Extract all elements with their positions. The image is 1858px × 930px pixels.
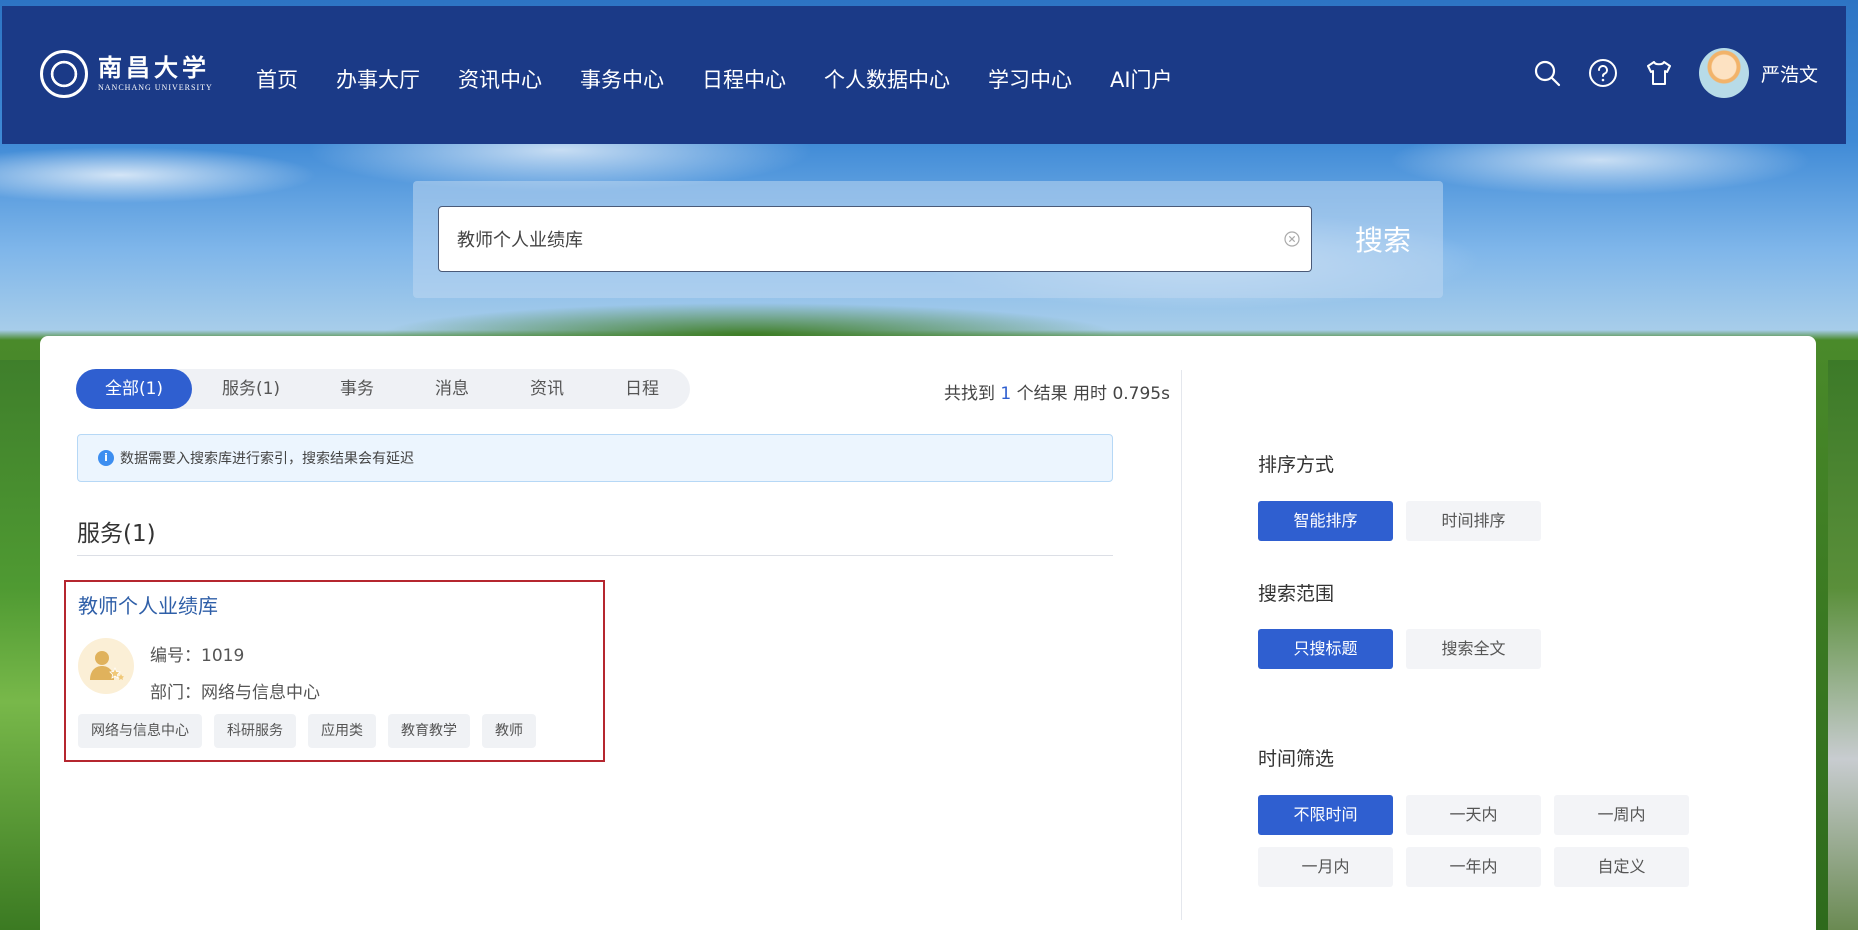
search-panel: 搜索 [413,181,1443,298]
notice-text: 数据需要入搜索库进行索引，搜索结果会有延迟 [120,451,414,467]
result-summary: 共找到 1 个结果 用时 0.795s [944,384,1170,404]
result-item[interactable]: 教师个人业绩库 编号：1019 部门：网络与信息中心 网络与信息中心 科研服务 … [64,580,605,762]
scope-title-only-button[interactable]: 只搜标题 [1258,629,1393,669]
time-one-day-button[interactable]: 一天内 [1406,795,1541,835]
time-one-week-button[interactable]: 一周内 [1554,795,1689,835]
background-right-greenery [1828,360,1858,930]
section-divider [77,555,1113,556]
column-divider [1181,370,1182,920]
time-filter-label: 时间筛选 [1258,748,1335,770]
tab-affairs[interactable]: 事务 [310,369,404,409]
section-title: 服务(1) [77,521,156,547]
nav-item-affairs-center[interactable]: 事务中心 [580,62,664,98]
time-one-month-button[interactable]: 一月内 [1258,847,1393,887]
time-any-button[interactable]: 不限时间 [1258,795,1393,835]
tag-item[interactable]: 教育教学 [388,714,470,748]
index-delay-notice: i 数据需要入搜索库进行索引，搜索结果会有延迟 [77,434,1113,482]
tag-item[interactable]: 科研服务 [214,714,296,748]
result-tags: 网络与信息中心 科研服务 应用类 教育教学 教师 [78,714,548,748]
university-seal-icon [40,50,88,98]
user-name[interactable]: 严浩文 [1761,60,1818,87]
tag-item[interactable]: 教师 [482,714,536,748]
top-header: 南昌大学 NANCHANG UNIVERSITY 首页 办事大厅 资讯中心 事务… [2,6,1846,144]
sort-time-button[interactable]: 时间排序 [1406,501,1541,541]
university-logo[interactable]: 南昌大学 NANCHANG UNIVERSITY [40,50,213,98]
result-department: 部门：网络与信息中心 [150,683,320,703]
tab-all[interactable]: 全部(1) [76,369,192,409]
search-icon[interactable] [1531,57,1563,89]
scope-full-text-button[interactable]: 搜索全文 [1406,629,1541,669]
main-nav: 首页 办事大厅 资讯中心 事务中心 日程中心 个人数据中心 学习中心 AI门户 [256,62,1211,98]
tab-news[interactable]: 资讯 [500,369,594,409]
sort-smart-button[interactable]: 智能排序 [1258,501,1393,541]
tab-services[interactable]: 服务(1) [192,369,310,409]
search-input[interactable] [438,206,1312,272]
result-tabs: 全部(1) 服务(1) 事务 消息 资讯 日程 [76,369,690,409]
clear-search-icon[interactable] [1283,230,1301,248]
logo-chinese-name: 南昌大学 [98,53,210,82]
logo-english-name: NANCHANG UNIVERSITY [98,83,213,92]
nav-item-ai-portal[interactable]: AI门户 [1110,62,1173,98]
nav-item-service-hall[interactable]: 办事大厅 [336,62,420,98]
sort-label: 排序方式 [1258,454,1335,476]
help-icon[interactable] [1587,57,1619,89]
results-card: 全部(1) 服务(1) 事务 消息 资讯 日程 共找到 1 个结果 用时 0.7… [40,336,1816,930]
user-avatar[interactable] [1698,48,1749,98]
nav-item-learning-center[interactable]: 学习中心 [988,62,1072,98]
result-code: 编号：1019 [150,646,245,666]
scope-label: 搜索范围 [1258,583,1335,605]
header-actions: 严浩文 [1531,48,1818,98]
info-icon: i [98,450,114,466]
result-count: 1 [1000,384,1012,404]
tab-schedule[interactable]: 日程 [594,369,690,409]
nav-item-schedule-center[interactable]: 日程中心 [702,62,786,98]
search-time: 0.795s [1112,384,1170,404]
nav-item-personal-data-center[interactable]: 个人数据中心 [824,62,950,98]
result-meta: 编号：1019 部门：网络与信息中心 [150,638,320,712]
tab-messages[interactable]: 消息 [404,369,500,409]
service-person-icon [78,638,134,694]
search-button[interactable]: 搜索 [1343,211,1423,267]
nav-item-home[interactable]: 首页 [256,62,298,98]
time-one-year-button[interactable]: 一年内 [1406,847,1541,887]
background-left-greenery [0,360,40,930]
result-title-link[interactable]: 教师个人业绩库 [78,590,218,619]
tag-item[interactable]: 网络与信息中心 [78,714,202,748]
time-custom-button[interactable]: 自定义 [1554,847,1689,887]
shirt-icon[interactable] [1643,57,1675,89]
tag-item[interactable]: 应用类 [308,714,376,748]
nav-item-news-center[interactable]: 资讯中心 [458,62,542,98]
